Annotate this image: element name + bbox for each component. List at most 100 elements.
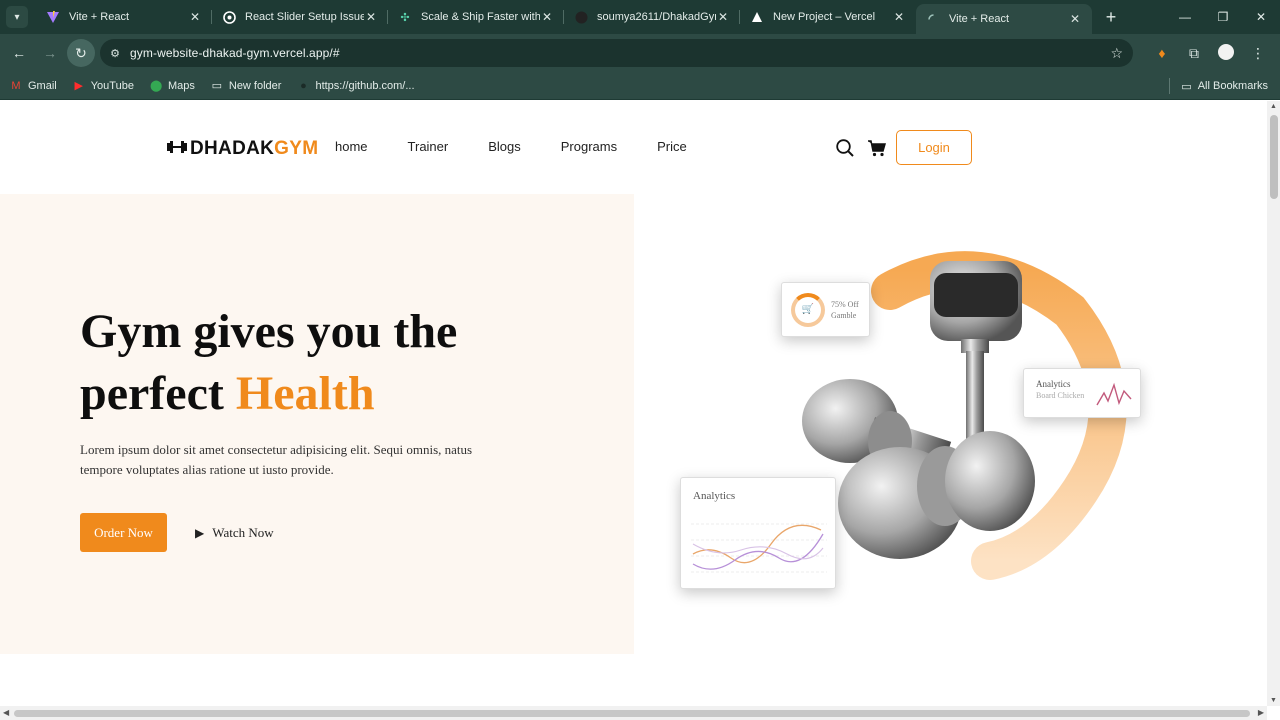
youtube-icon: ▶	[74, 80, 83, 92]
bookmark-github[interactable]: ● https://github.com/...	[297, 80, 414, 92]
github-icon: ●	[300, 79, 307, 92]
nav-trainer[interactable]: Trainer	[408, 139, 449, 154]
tab-strip: ▾ Vite + React ✕ React Slider Setup Issu…	[0, 0, 1280, 34]
horizontal-scrollbar[interactable]: ◀ ▶	[0, 706, 1267, 720]
logo-accent: GYM	[274, 138, 319, 159]
login-button[interactable]: Login	[896, 130, 972, 165]
vite-icon	[46, 10, 60, 24]
vercel-icon	[750, 10, 764, 24]
extensions-puzzle-icon[interactable]: ⧉	[1178, 45, 1210, 62]
nav-blogs[interactable]: Blogs	[488, 139, 521, 154]
bookmark-label: Maps	[167, 79, 195, 92]
bookmark-label: https://github.com/...	[315, 79, 415, 92]
bookmark-gmail[interactable]: M Gmail	[10, 79, 57, 92]
search-icon[interactable]	[835, 138, 855, 158]
close-icon[interactable]: ✕	[716, 10, 730, 24]
vertical-scroll-thumb[interactable]	[1270, 115, 1278, 199]
analytics-mini-card: Analytics Board Chicken	[1023, 368, 1141, 418]
maps-icon: ⬤	[149, 80, 163, 92]
hero-title: Gym gives you the perfect Health	[80, 301, 600, 425]
discount-card: 🛒 75% Off Gamble	[781, 282, 870, 337]
tab-title: Vite + React	[69, 11, 130, 23]
tab-title: soumya2611/DhakadGym	[597, 11, 716, 23]
tab-vite-react-active[interactable]: Vite + React ✕	[916, 4, 1092, 34]
close-icon[interactable]: ✕	[364, 10, 378, 24]
tab-search-button[interactable]: ▾	[6, 6, 28, 28]
close-icon[interactable]: ✕	[540, 10, 554, 24]
cart-icon: 🛒	[791, 292, 825, 327]
watch-now-button[interactable]: ▶ Watch Now	[195, 525, 274, 541]
vertical-scrollbar[interactable]: ▲ ▼	[1267, 101, 1280, 706]
forward-arrow-icon[interactable]: →	[36, 39, 64, 67]
restore-icon[interactable]: ❐	[1204, 0, 1242, 34]
cart-icon[interactable]	[867, 138, 887, 158]
play-icon: ▶	[195, 525, 205, 540]
bookmark-new-folder[interactable]: ▭ New folder	[211, 79, 282, 93]
scroll-down-icon[interactable]: ▼	[1269, 697, 1278, 704]
toolbar-actions: ♦ ⧉ ⋮	[1146, 34, 1274, 72]
close-icon[interactable]: ✕	[1068, 12, 1082, 26]
site-header: DHADAK GYM home Trainer Blogs Programs Pr…	[0, 101, 1267, 193]
github-icon	[574, 10, 588, 24]
close-window-icon[interactable]: ✕	[1242, 0, 1280, 34]
close-icon[interactable]: ✕	[892, 10, 906, 24]
folder-icon: ▭	[211, 80, 223, 92]
scroll-up-icon[interactable]: ▲	[1269, 103, 1278, 110]
bookmark-maps[interactable]: ⬤ Maps	[149, 79, 195, 93]
bookmark-label: YouTube	[90, 79, 134, 92]
sparkle-icon: ✣	[400, 11, 410, 24]
tab-scale-ship[interactable]: ✣ Scale & Ship Faster with a ✕	[388, 0, 564, 34]
tab-vercel[interactable]: New Project – Vercel ✕	[740, 0, 916, 34]
tab-title: New Project – Vercel	[773, 11, 876, 23]
analytics-chart-title: Analytics	[693, 490, 736, 502]
extension-flame-icon[interactable]: ♦	[1146, 45, 1178, 61]
minimize-icon[interactable]: —	[1166, 0, 1204, 34]
profile-avatar[interactable]	[1210, 43, 1242, 63]
hero-illustration: 🛒 75% Off Gamble Analytics Board Chicken…	[650, 231, 1170, 601]
scroll-left-icon[interactable]: ◀	[3, 708, 9, 717]
hero-title-line2: perfect	[80, 367, 236, 420]
scroll-right-icon[interactable]: ▶	[1258, 708, 1264, 717]
analytics-line-chart-icon	[691, 523, 827, 573]
order-now-button[interactable]: Order Now	[80, 513, 167, 552]
hero-title-line1: Gym gives you the	[80, 305, 458, 358]
nav-home[interactable]: home	[335, 139, 368, 154]
loading-icon	[926, 12, 940, 26]
reload-icon[interactable]: ↻	[67, 39, 95, 67]
tab-vite-react-1[interactable]: Vite + React ✕	[36, 0, 212, 34]
nav-price[interactable]: Price	[657, 139, 687, 154]
tab-title: Scale & Ship Faster with a	[421, 11, 540, 23]
tab-title: Vite + React	[949, 13, 1010, 25]
back-arrow-icon[interactable]: ←	[5, 39, 33, 67]
gmail-icon: M	[11, 79, 21, 92]
bookmark-star-icon[interactable]: ☆	[1110, 45, 1123, 62]
horizontal-scroll-thumb[interactable]	[14, 710, 1250, 717]
bookmarks-bar: M Gmail ▶ YouTube ⬤ Maps ▭ New folder ● …	[0, 72, 1280, 100]
bookmark-label: Gmail	[28, 79, 57, 92]
header-actions	[835, 138, 899, 158]
folder-icon: ▭	[1181, 80, 1192, 93]
tab-github-dhakadgym[interactable]: soumya2611/DhakadGym ✕	[564, 0, 740, 34]
browser-toolbar: ← → ↻ ⚙ gym-website-dhakad-gym.vercel.ap…	[0, 34, 1280, 72]
address-bar[interactable]: ⚙ gym-website-dhakad-gym.vercel.app/# ☆	[100, 39, 1133, 67]
analytics-chart-card: Analytics	[680, 477, 836, 589]
site-settings-icon[interactable]: ⚙	[100, 47, 130, 60]
site-logo[interactable]: DHADAK GYM	[166, 138, 318, 160]
logo-text: DHADAK	[190, 138, 275, 159]
bookmark-youtube[interactable]: ▶ YouTube	[73, 79, 134, 93]
url-text[interactable]: gym-website-dhakad-gym.vercel.app/#	[130, 46, 340, 60]
page-viewport: DHADAK GYM home Trainer Blogs Programs Pr…	[0, 101, 1267, 706]
hero-title-accent: Health	[235, 367, 375, 420]
chatgpt-icon	[222, 10, 236, 24]
discount-caption: Gamble	[831, 310, 857, 320]
watch-now-label: Watch Now	[212, 525, 274, 540]
menu-kebab-icon[interactable]: ⋮	[1242, 45, 1274, 62]
nav-programs[interactable]: Programs	[561, 139, 617, 154]
tab-react-slider[interactable]: React Slider Setup Issues ✕	[212, 0, 388, 34]
bookmark-label: New folder	[228, 79, 282, 92]
all-bookmarks[interactable]: ▭ All Bookmarks	[1169, 72, 1268, 100]
close-icon[interactable]: ✕	[188, 10, 202, 24]
new-tab-button[interactable]: +	[1098, 7, 1124, 28]
dumbbell-icon	[166, 140, 188, 158]
tab-title: React Slider Setup Issues	[245, 11, 364, 23]
